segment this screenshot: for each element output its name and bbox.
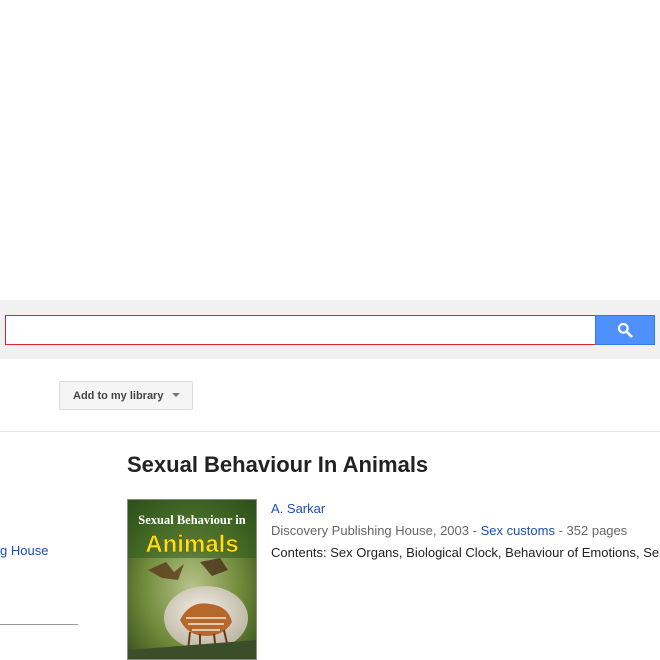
book-title: Sexual Behaviour In Animals [127,452,429,477]
add-to-library-button[interactable]: Add to my library [59,381,193,410]
sidebar-divider [0,624,78,625]
contents-item: Behaviour of Emotions [505,545,636,560]
page-count: - 352 pages [554,523,628,538]
contents-item: Biological Clock [406,545,498,560]
header-divider [0,431,660,432]
add-to-library-label: Add to my library [73,389,164,402]
contents-item: Se [643,545,660,560]
sidebar-publisher-link[interactable]: g House [0,543,48,558]
author-link[interactable]: A. Sarkar [271,501,325,516]
cover-title-line2: Animals [145,531,238,558]
cover-title-line1: Sexual Behaviour in [138,513,245,527]
publisher-year: Discovery Publishing House, 2003 - [271,523,481,538]
caret-down-icon [172,392,181,397]
contents-item: Sex Organs [330,545,399,560]
book-cover-image: Sexual Behaviour in Animals [128,500,256,659]
search-box[interactable] [5,315,596,345]
search-button[interactable] [595,315,655,345]
search-icon [617,322,633,338]
contents-label: Contents: [271,545,331,560]
book-metadata: A. Sarkar Discovery Publishing House, 20… [271,500,660,566]
search-input[interactable] [6,316,595,344]
subject-link[interactable]: Sex customs [481,523,555,538]
book-cover[interactable]: Sexual Behaviour in Animals [127,499,257,660]
